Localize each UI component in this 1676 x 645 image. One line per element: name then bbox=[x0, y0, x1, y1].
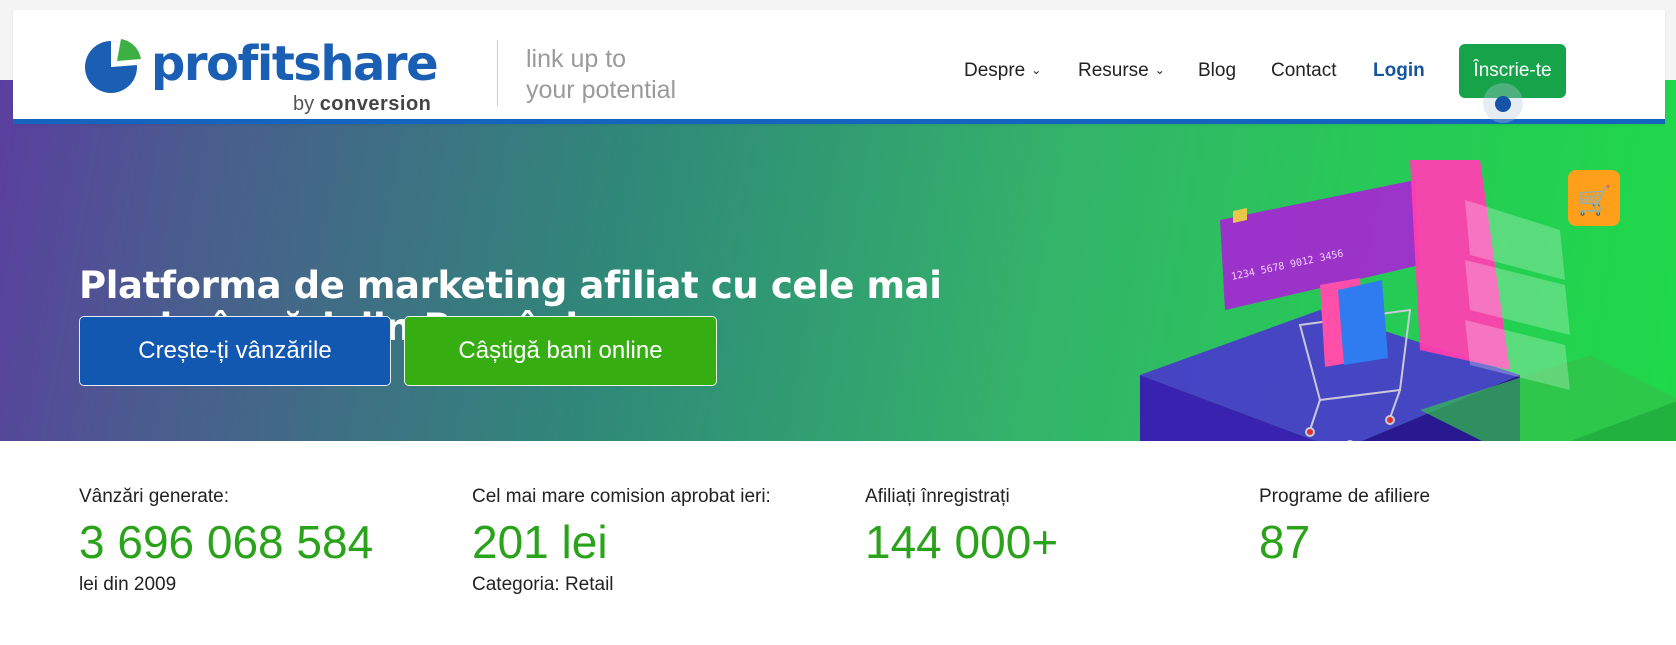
credit-card-icon: 1234 5678 9012 3456 bbox=[1220, 180, 1420, 310]
nav-contact[interactable]: Contact bbox=[1271, 60, 1336, 82]
stat-commission: Cel mai mare comision aprobat ieri: 201 … bbox=[472, 486, 771, 596]
site-header: profitshare by conversion link up to you… bbox=[13, 10, 1665, 124]
stat-affiliates: Afiliați înregistrați 144 000+ bbox=[865, 486, 1058, 568]
earn-online-button[interactable]: Câștigă bani online bbox=[404, 316, 717, 386]
nav-despre[interactable]: Despre ⌄ bbox=[964, 60, 1041, 82]
logo-text[interactable]: profitshare bbox=[151, 36, 439, 92]
logo-brand: conversion bbox=[319, 93, 432, 115]
tagline-line-2: your potential bbox=[526, 76, 677, 104]
svg-text:2: 2 bbox=[1190, 440, 1221, 441]
stat-label: Programe de afiliere bbox=[1259, 486, 1431, 507]
stat-value: 201 lei bbox=[472, 516, 608, 568]
svg-text:🛒: 🛒 bbox=[1577, 184, 1612, 217]
nav-resurse-label: Resurse bbox=[1078, 60, 1149, 81]
stat-label: Cel mai mare comision aprobat ieri: bbox=[472, 486, 771, 507]
tagline-line-1: link up to bbox=[526, 45, 627, 73]
blue-bag-icon bbox=[1338, 280, 1388, 365]
stat-value: 87 bbox=[1259, 516, 1311, 568]
nav-despre-label: Despre bbox=[964, 60, 1026, 81]
chevron-down-icon: ⌄ bbox=[1154, 63, 1165, 77]
cart-badge-icon: 🛒 bbox=[1568, 170, 1620, 226]
profitshare-logo-icon[interactable] bbox=[81, 35, 145, 95]
stat-value: 144 000+ bbox=[865, 516, 1059, 568]
cursor-dot bbox=[1495, 96, 1511, 112]
stat-sales: Vânzări generate: 3 696 068 584 lei din … bbox=[79, 486, 373, 596]
stat-sub: Categoria: Retail bbox=[472, 574, 614, 595]
logo-by-label: by bbox=[293, 93, 315, 115]
stat-programs: Programe de afiliere 87 bbox=[1259, 486, 1430, 568]
nav-blog[interactable]: Blog bbox=[1198, 60, 1236, 82]
tagline: link up to your potential bbox=[526, 44, 676, 106]
nav-resurse[interactable]: Resurse ⌄ bbox=[1078, 60, 1165, 82]
shopping-illustration: 1234 5678 9012 3456 🛒 2 3 bbox=[1140, 160, 1676, 441]
stat-sub: lei din 2009 bbox=[79, 574, 177, 595]
stat-label: Afiliați înregistrați bbox=[865, 486, 1010, 507]
logo-byline: by conversion bbox=[293, 93, 431, 116]
login-link[interactable]: Login bbox=[1373, 60, 1425, 82]
hero-banner: 1234 5678 9012 3456 🛒 2 3 Platforma de m… bbox=[0, 80, 1676, 441]
chevron-down-icon: ⌄ bbox=[1031, 63, 1042, 77]
grow-sales-button[interactable]: Crește-ți vânzările bbox=[79, 316, 391, 386]
stat-value: 3 696 068 584 bbox=[79, 516, 374, 568]
stat-label: Vânzări generate: bbox=[79, 486, 229, 507]
logo-divider bbox=[497, 40, 498, 106]
